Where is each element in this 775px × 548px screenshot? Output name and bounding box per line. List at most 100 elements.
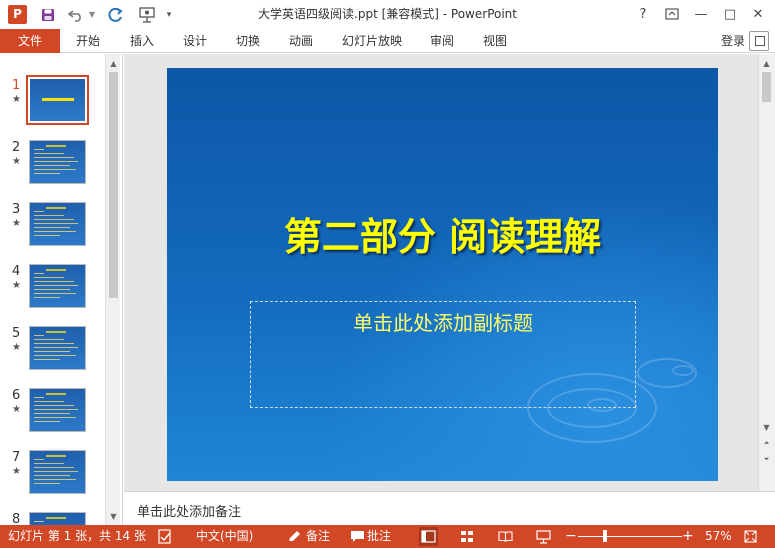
thumbnail-text-line (46, 331, 66, 333)
zoom-slider[interactable] (578, 536, 682, 537)
save-icon[interactable] (38, 5, 58, 24)
slide-thumbnail-image[interactable] (29, 202, 86, 246)
slide-thumbnail-image[interactable] (26, 75, 89, 125)
notes-icon[interactable] (287, 529, 302, 544)
thumbnail-text-line (34, 413, 70, 414)
slide-thumbnail-image[interactable] (29, 450, 86, 494)
thumbnail-text-line (34, 165, 70, 166)
previous-slide-icon[interactable]: ⏶ (759, 436, 774, 450)
close-button[interactable]: ✕ (747, 3, 769, 25)
undo-icon[interactable] (66, 5, 86, 24)
slide-title[interactable]: 第二部分 阅读理解 (167, 206, 718, 261)
slide-number: 5 (12, 326, 21, 341)
slide-thumbnail[interactable]: 5 ★ (0, 326, 106, 386)
thumbnail-text-line (34, 285, 78, 286)
spell-check-icon[interactable] (158, 529, 173, 544)
tab-transitions[interactable]: 切换 (226, 29, 270, 53)
water-ripple-decoration (672, 365, 694, 376)
customize-toolbar-icon[interactable]: ▾ (162, 5, 176, 24)
restore-button[interactable]: □ (719, 3, 741, 25)
slide-thumbnail[interactable]: 8 (0, 512, 106, 525)
scroll-up-icon[interactable]: ▲ (759, 56, 774, 70)
thumbnail-text-line (46, 207, 66, 209)
help-button[interactable]: ? (632, 3, 654, 25)
thumbnail-text-line (34, 297, 60, 298)
scrollbar-thumb[interactable] (762, 72, 771, 102)
powerpoint-logo-icon[interactable]: P (8, 5, 27, 24)
scroll-up-icon[interactable]: ▲ (106, 56, 121, 70)
scrollbar-thumb[interactable] (109, 72, 118, 298)
language-indicator[interactable]: 中文(中国) (196, 525, 253, 548)
thumbnail-scrollbar[interactable]: ▲ ▼ (105, 54, 120, 525)
slide-thumbnail[interactable]: 2 ★ (0, 140, 106, 200)
normal-view-icon[interactable] (419, 527, 438, 546)
thumbnail-text-line (34, 359, 60, 360)
scroll-down-icon[interactable]: ▼ (106, 509, 121, 523)
tab-design[interactable]: 设计 (173, 29, 217, 53)
minimize-button[interactable]: — (690, 3, 712, 25)
zoom-slider-thumb[interactable] (603, 530, 607, 542)
sign-in-link[interactable]: 登录 (721, 29, 745, 53)
slide-editor: 第二部分 阅读理解 单击此处添加副标题 (124, 54, 758, 491)
thumbnail-text-line (34, 223, 78, 224)
subtitle-placeholder-text: 单击此处添加副标题 (353, 311, 533, 335)
slide-thumbnail-image[interactable] (29, 326, 86, 370)
thumbnail-text-line (34, 409, 78, 410)
slide-thumbnail-image[interactable] (29, 512, 86, 525)
slide-thumbnail[interactable]: 3 ★ (0, 202, 106, 262)
zoom-out-button[interactable]: − (565, 525, 577, 548)
thumbnail-text-line (34, 479, 76, 480)
slide-counter: 幻灯片 第 1 张，共 14 张 (8, 529, 146, 543)
thumbnail-text-line (34, 235, 60, 236)
notes-pane[interactable]: 单击此处添加备注 (124, 491, 775, 525)
thumbnail-title-mark (42, 98, 74, 101)
tab-animations[interactable]: 动画 (279, 29, 323, 53)
zoom-level[interactable]: 57% (705, 525, 732, 548)
comments-button[interactable]: 批注 (367, 525, 391, 548)
animation-star-icon: ★ (12, 94, 21, 105)
scroll-down-icon[interactable]: ▼ (759, 420, 774, 434)
tab-home[interactable]: 开始 (66, 29, 110, 53)
reading-view-icon[interactable] (498, 529, 513, 544)
start-from-beginning-icon[interactable] (136, 5, 158, 24)
thumbnail-text-line (34, 273, 44, 274)
collapse-ribbon-icon[interactable] (749, 31, 769, 51)
slide-thumbnail[interactable]: 1 ★ (0, 75, 106, 138)
slide-thumbnail-image[interactable] (29, 264, 86, 308)
thumbnail-text-line (34, 405, 74, 406)
fit-slide-to-window-icon[interactable] (743, 529, 758, 544)
thumbnail-text-line (34, 343, 74, 344)
current-slide[interactable]: 第二部分 阅读理解 单击此处添加副标题 (167, 68, 718, 481)
thumbnail-text-line (34, 281, 74, 282)
tab-slide-show[interactable]: 幻灯片放映 (334, 29, 410, 53)
thumbnail-text-line (34, 347, 78, 348)
next-slide-icon[interactable]: ⏷ (759, 452, 774, 466)
slide-thumbnail[interactable]: 4 ★ (0, 264, 106, 324)
thumbnail-text-line (34, 459, 44, 460)
slide-thumbnail[interactable]: 7 ★ (0, 450, 106, 510)
slide-sorter-view-icon[interactable] (460, 529, 475, 544)
ribbon-tabs: 文件 开始 插入 设计 切换 动画 幻灯片放映 审阅 视图 登录 (0, 29, 775, 53)
slide-thumbnail[interactable]: 6 ★ (0, 388, 106, 448)
slide-thumbnail-image[interactable] (29, 388, 86, 432)
comments-icon[interactable] (350, 529, 365, 544)
tab-view[interactable]: 视图 (473, 29, 517, 53)
thumbnail-text-line (34, 219, 74, 220)
thumbnail-text-line (46, 145, 66, 147)
editor-scrollbar[interactable]: ▲ ▼ ⏶ ⏷ (758, 54, 775, 491)
ribbon-display-options-icon[interactable] (661, 3, 683, 25)
thumbnail-text-line (34, 417, 76, 418)
tab-review[interactable]: 审阅 (420, 29, 464, 53)
notes-button[interactable]: 备注 (306, 525, 330, 548)
slide-show-view-icon[interactable] (536, 529, 551, 544)
thumbnail-text-line (34, 211, 44, 212)
tab-file[interactable]: 文件 (0, 29, 60, 53)
undo-dropdown-icon[interactable]: ▼ (86, 5, 98, 24)
subtitle-placeholder[interactable]: 单击此处添加副标题 (250, 301, 636, 408)
redo-icon[interactable] (106, 5, 126, 24)
slide-thumbnail-image[interactable] (29, 140, 86, 184)
zoom-in-button[interactable]: + (682, 525, 694, 548)
tab-insert[interactable]: 插入 (120, 29, 164, 53)
thumbnail-text-line (34, 157, 74, 158)
thumbnail-text-line (34, 467, 74, 468)
